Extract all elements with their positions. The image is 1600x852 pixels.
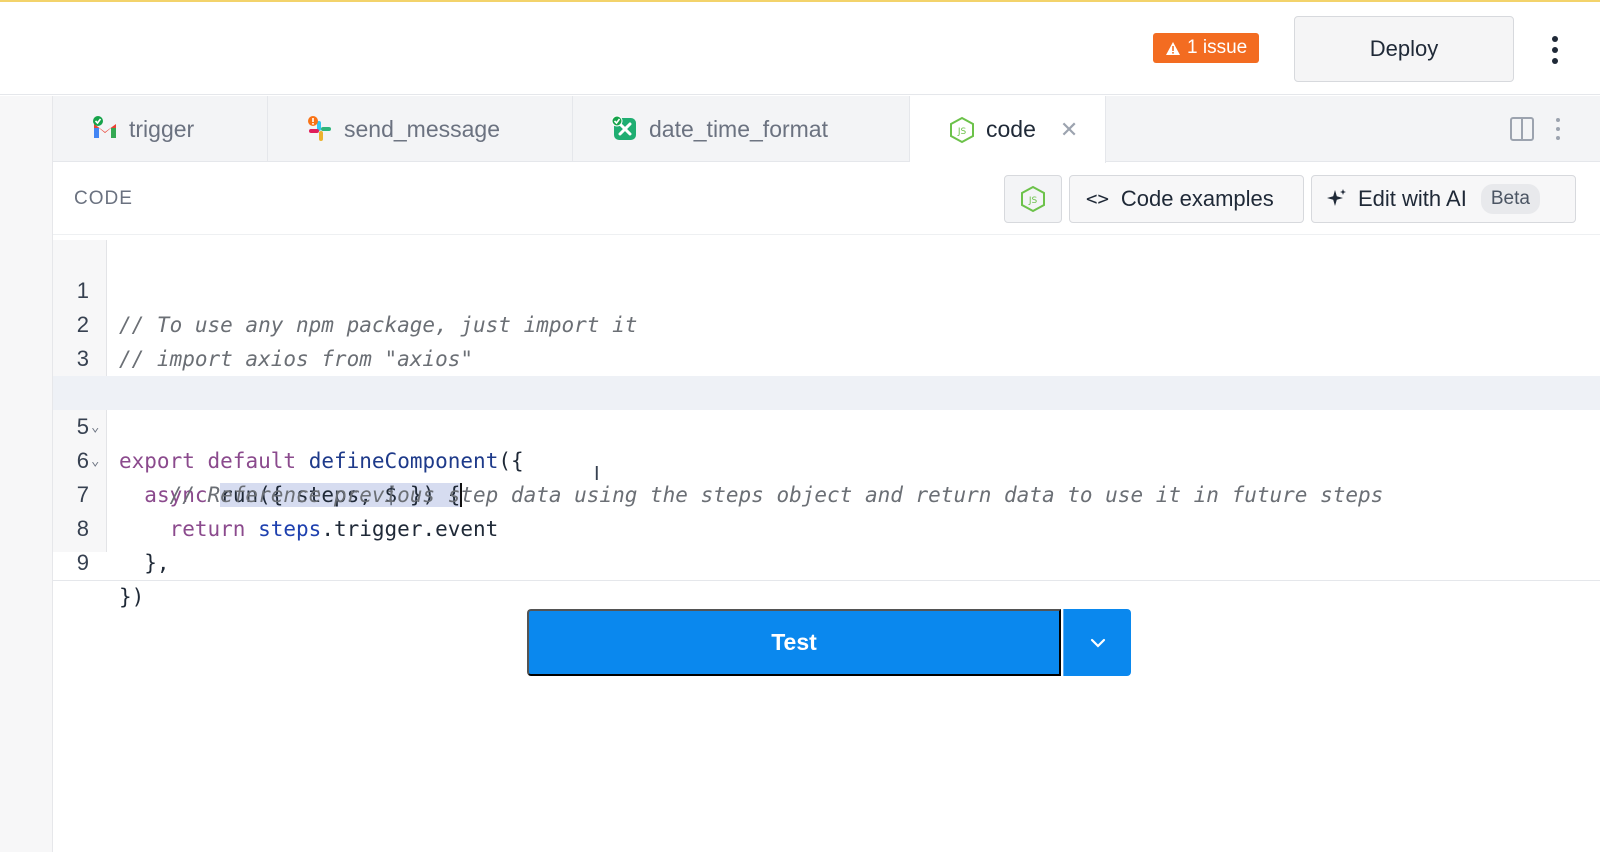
panel-label: CODE — [74, 188, 133, 209]
code-line[interactable]: 6 // Reference previous step data using … — [53, 410, 1600, 507]
code-line[interactable]: 8 }, — [53, 478, 1600, 575]
nodejs-icon: JS — [950, 116, 974, 143]
edit-with-ai-button[interactable]: Edit with AI Beta — [1311, 175, 1576, 223]
close-tab-icon[interactable]: ✕ — [1060, 117, 1078, 143]
code-editor[interactable]: 1 // To use any npm package, just import… — [53, 240, 1600, 609]
code-line[interactable]: 3 — [53, 308, 1600, 371]
formatting-icon — [611, 115, 636, 140]
chevron-down-icon — [1090, 638, 1105, 648]
code-line[interactable]: 1 // To use any npm package, just import… — [53, 240, 1600, 337]
panel-divider — [53, 234, 1600, 235]
code-line[interactable]: 7 return steps.trigger.event — [53, 444, 1600, 541]
tab-trigger[interactable]: trigger — [53, 96, 268, 162]
issue-badge[interactable]: 1 issue — [1153, 33, 1260, 63]
tab-label: trigger — [129, 115, 195, 142]
tab-label: date_time_format — [649, 115, 828, 142]
test-button[interactable]: Test — [527, 609, 1061, 676]
top-bar: 1 issue Deploy — [0, 2, 1600, 95]
slack-icon — [308, 116, 331, 141]
editor-divider — [53, 580, 1600, 581]
deploy-button[interactable]: Deploy — [1294, 16, 1514, 82]
tab-label: code — [986, 116, 1036, 142]
split-view-icon[interactable] — [1510, 117, 1534, 141]
issue-badge-label: 1 issue — [1187, 37, 1248, 58]
code-line[interactable]: 9 }) — [53, 512, 1600, 609]
more-menu-icon[interactable] — [1545, 32, 1565, 68]
test-options-button[interactable] — [1063, 609, 1131, 676]
text-cursor-icon: I — [594, 463, 600, 485]
warning-icon — [1166, 41, 1180, 55]
tab-date-time-format[interactable]: date_time_format — [573, 96, 910, 162]
line-number: 9 — [76, 550, 89, 575]
code-line[interactable]: 2 // import axios from "axios" — [53, 274, 1600, 371]
tab-more-icon[interactable] — [1556, 118, 1562, 140]
code-examples-label: Code examples — [1120, 186, 1274, 211]
step-tabs: trigger send_message date_time_format JS… — [53, 96, 1600, 163]
tab-label: send_message — [344, 115, 500, 142]
tab-send-message[interactable]: send_message — [268, 96, 573, 162]
edit-with-ai-label: Edit with AI — [1358, 186, 1467, 211]
code-text: }) — [119, 585, 145, 609]
nodejs-icon: JS — [1021, 185, 1045, 213]
svg-text:JS: JS — [957, 127, 967, 137]
svg-text:JS: JS — [1028, 196, 1038, 206]
code-line-active[interactable]: 5 ⌄ async run({ steps, $ }) { — [53, 376, 1600, 507]
code-brackets-icon: <> — [1086, 188, 1109, 210]
code-line[interactable]: 4 ⌄ export default defineComponent({ — [53, 342, 1600, 473]
code-text: }, — [119, 551, 170, 575]
gmail-icon — [93, 116, 116, 138]
beta-badge: Beta — [1480, 184, 1540, 214]
code-examples-button[interactable]: <> Code examples — [1069, 175, 1304, 223]
tab-code[interactable]: JS code ✕ — [910, 96, 1106, 163]
sparkle-icon — [1327, 189, 1346, 206]
left-strip — [0, 96, 53, 852]
runtime-button[interactable]: JS — [1004, 175, 1062, 223]
